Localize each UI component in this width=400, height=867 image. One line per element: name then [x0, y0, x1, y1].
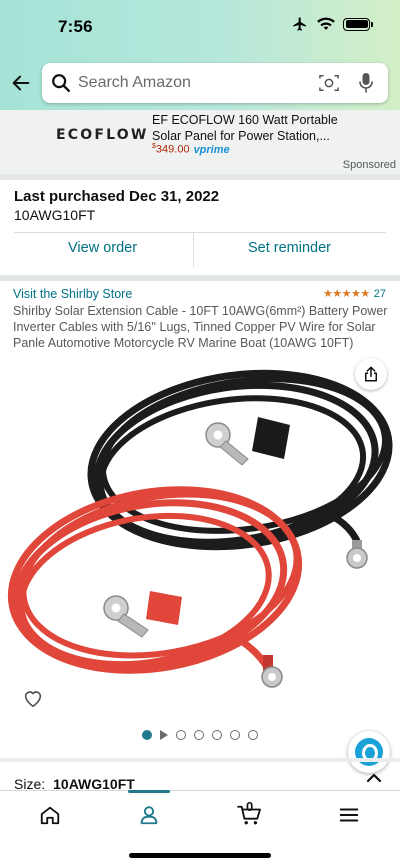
- section-divider: [0, 174, 400, 180]
- active-tab-indicator: [128, 790, 170, 793]
- review-count[interactable]: 27: [374, 288, 386, 300]
- home-indicator[interactable]: [129, 853, 271, 858]
- carousel-dot[interactable]: [248, 730, 258, 740]
- camera-scan-icon[interactable]: [318, 73, 340, 93]
- tab-account[interactable]: [136, 802, 162, 828]
- heart-icon[interactable]: [22, 687, 44, 709]
- search-bar[interactable]: [42, 63, 388, 103]
- carousel-dot[interactable]: [176, 730, 186, 740]
- carousel-dot[interactable]: [230, 730, 240, 740]
- image-carousel-dots[interactable]: [142, 730, 258, 740]
- share-icon: [365, 366, 377, 382]
- search-icon: [52, 74, 70, 92]
- last-purchased-title: Last purchased Dec 31, 2022: [14, 188, 220, 205]
- wifi-icon: [317, 17, 335, 30]
- alexa-button[interactable]: [348, 731, 390, 773]
- divider: [193, 233, 194, 267]
- status-icons: [291, 16, 373, 32]
- search-input[interactable]: [78, 74, 298, 92]
- share-button[interactable]: [355, 358, 387, 390]
- chevron-up-icon[interactable]: [366, 772, 382, 784]
- carousel-dot[interactable]: [212, 730, 222, 740]
- carousel-dot[interactable]: [142, 730, 152, 740]
- status-time: 7:56: [58, 17, 93, 36]
- set-reminder-button[interactable]: Set reminder: [248, 240, 331, 256]
- video-play-icon[interactable]: [160, 730, 168, 740]
- carousel-dot[interactable]: [194, 730, 204, 740]
- section-divider: [0, 758, 400, 762]
- airplane-icon: [293, 17, 306, 31]
- visit-store-link[interactable]: Visit the Shirlby Store: [13, 287, 132, 301]
- cart-count: 0: [246, 799, 254, 814]
- tab-menu[interactable]: [336, 802, 362, 828]
- ad-price: $349.00 vprime: [152, 143, 230, 156]
- microphone-icon[interactable]: [358, 72, 374, 94]
- last-purchased-item: 10AWG10FT: [14, 207, 96, 223]
- product-title: Shirlby Solar Extension Cable - 10FT 10A…: [13, 304, 388, 350]
- product-rating[interactable]: ★★★★★ 27: [322, 287, 386, 301]
- menu-icon: [339, 808, 359, 822]
- ad-title[interactable]: EF ECOFLOW 160 Watt Portable Solar Panel…: [152, 112, 352, 144]
- divider: [14, 232, 386, 233]
- back-arrow-icon[interactable]: [10, 72, 32, 94]
- section-divider: [0, 275, 400, 281]
- star-rating: ★★★★★: [322, 288, 370, 300]
- view-order-button[interactable]: View order: [68, 240, 137, 256]
- tab-home[interactable]: [37, 802, 63, 828]
- account-icon: [140, 806, 158, 825]
- price-value: 349.00: [155, 143, 190, 156]
- ecoflow-logo: ECOFLOW: [56, 127, 149, 143]
- home-icon: [40, 806, 60, 825]
- battery-icon: [343, 17, 373, 31]
- product-image[interactable]: [0, 355, 400, 725]
- sponsored-label: Sponsored: [342, 159, 396, 171]
- prime-badge: vprime: [193, 143, 230, 156]
